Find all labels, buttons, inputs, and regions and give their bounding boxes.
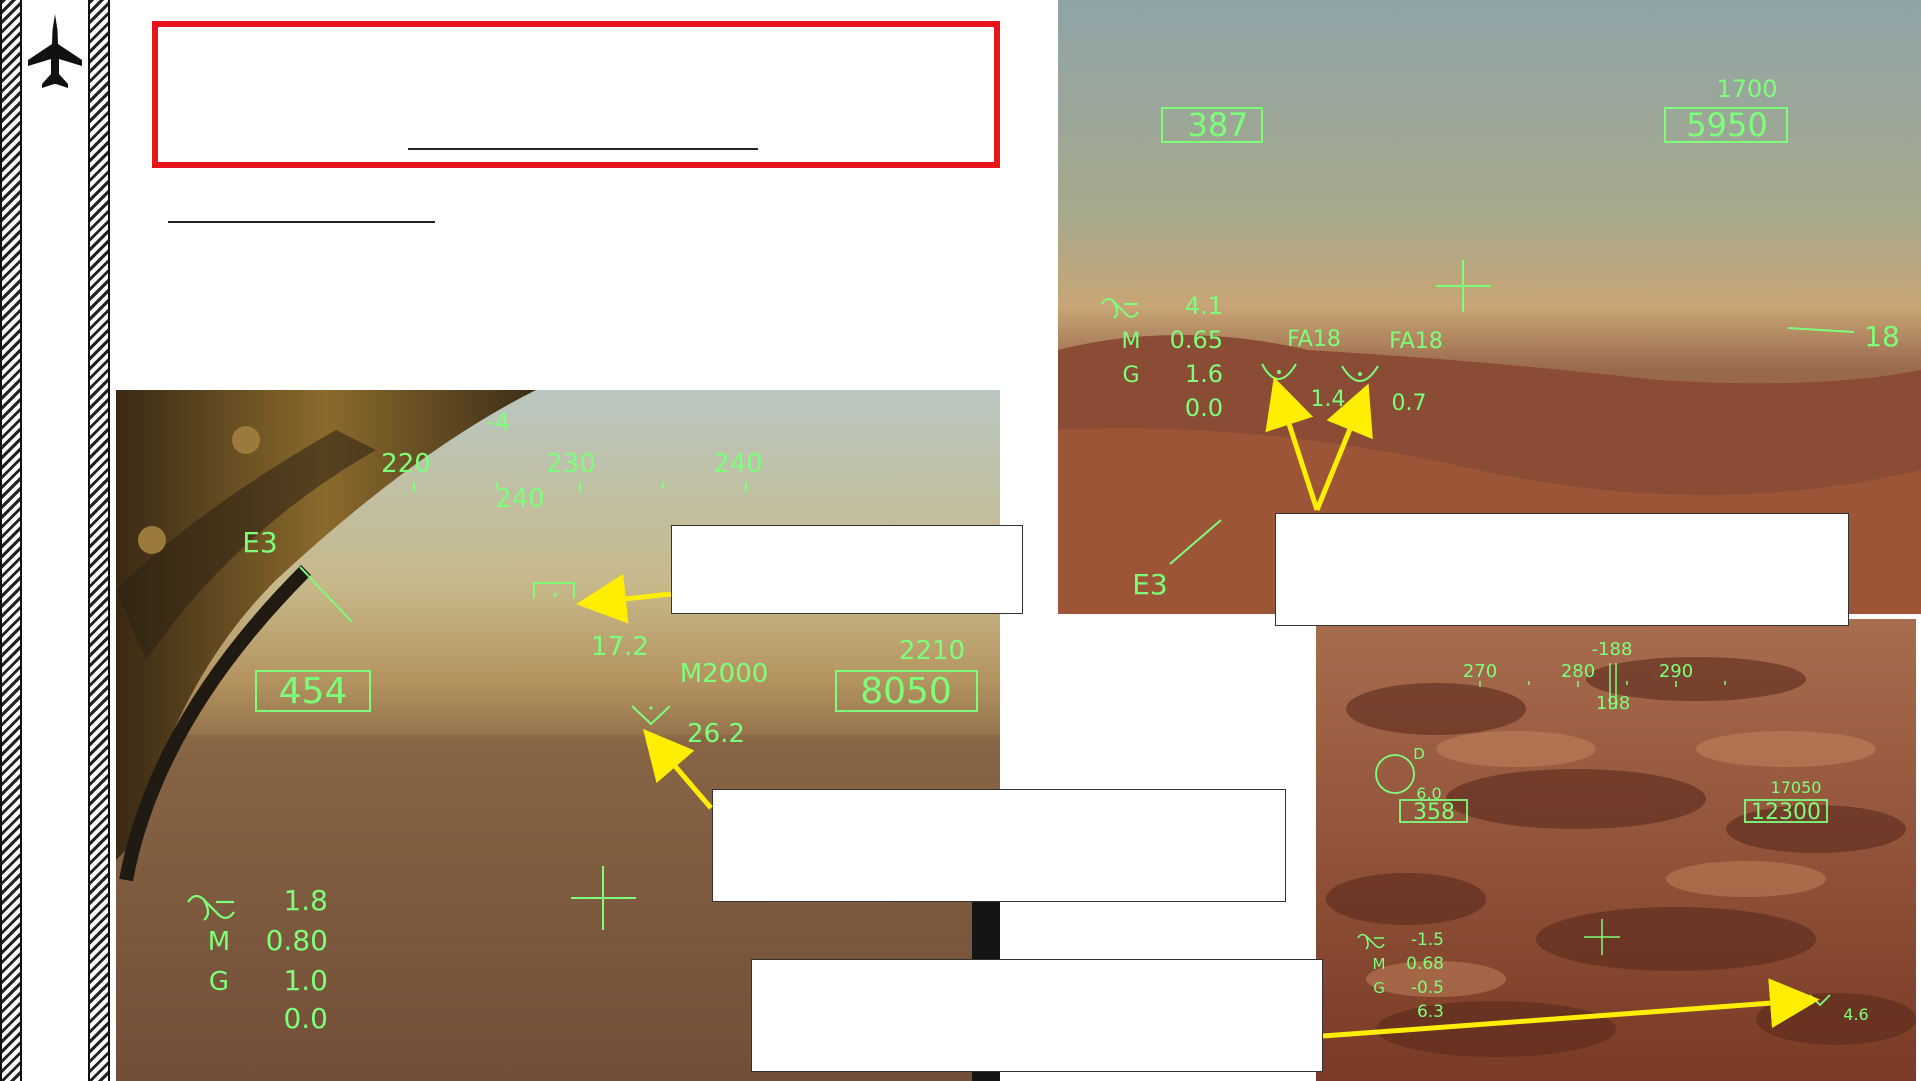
heading-above-value: -4 <box>486 408 510 436</box>
heading-value: 240 <box>495 484 545 514</box>
title-box <box>152 21 1000 168</box>
airspeed-value: 358 <box>1413 800 1455 825</box>
mach-label: M <box>208 927 230 957</box>
sidebar-hatch-right <box>88 0 110 1081</box>
alpha-value: 1.8 <box>283 884 328 917</box>
g-value: 1.6 <box>1185 360 1223 388</box>
extra-value: 6.3 <box>1417 1002 1444 1022</box>
mach-value: 0.65 <box>1170 326 1223 354</box>
g-label: G <box>1373 979 1385 997</box>
mach-label: M <box>1373 955 1386 973</box>
mach-value: 0.80 <box>266 924 328 957</box>
target-name: M2000 <box>680 659 769 689</box>
heading-tape-label: 230 <box>546 449 596 479</box>
airspeed-value: 454 <box>279 671 348 712</box>
heading-tape-label: 220 <box>381 449 431 479</box>
alpha-value: 4.1 <box>1185 292 1223 320</box>
heading-tape-label: 290 <box>1659 661 1693 682</box>
target-label-e3: E3 <box>1132 568 1168 601</box>
hud-screenshot-bottom-right: -188 270 280 290 198 D 6.0 358 17050 123… <box>1316 619 1916 1081</box>
fighter-jet-icon <box>28 14 82 88</box>
heading-tape-label: 270 <box>1463 661 1497 682</box>
heading-tape-label: 240 <box>713 449 763 479</box>
title-underline <box>408 148 758 150</box>
subtitle-underline <box>168 221 435 223</box>
altitude-value: 8050 <box>860 671 952 712</box>
altitude-label: 2210 <box>899 636 965 666</box>
mach-value: 0.68 <box>1406 954 1444 974</box>
heading-tape-label: 280 <box>1561 661 1595 682</box>
g-value: 1.0 <box>283 964 328 997</box>
sidebar <box>0 0 115 1081</box>
designator-label: D <box>1413 745 1425 763</box>
g-value: -0.5 <box>1411 978 1444 998</box>
target2-name: FA18 <box>1389 329 1443 354</box>
range-value: 17.2 <box>591 632 649 662</box>
callout-box-bottom-right <box>751 959 1323 1072</box>
target-range: 26.2 <box>687 719 745 749</box>
altitude-label: 17050 <box>1771 778 1822 797</box>
callout-box-target-markers <box>1275 513 1849 626</box>
mach-label: M <box>1122 329 1141 354</box>
altitude-value: 5950 <box>1686 106 1767 144</box>
heading-value: 198 <box>1596 693 1630 714</box>
callout-box-target-designator <box>671 525 1023 614</box>
altitude-label: 1700 <box>1716 75 1777 103</box>
pitch-ladder-value: 18 <box>1864 320 1900 353</box>
target1-range: 1.4 <box>1311 387 1346 412</box>
alpha-value: -1.5 <box>1411 930 1444 950</box>
extra-value: 0.0 <box>1185 394 1223 422</box>
target1-name: FA18 <box>1287 327 1341 352</box>
callout-box-target-range <box>712 789 1286 902</box>
target-range: 4.6 <box>1843 1005 1868 1024</box>
sidebar-hatch-left <box>0 0 22 1081</box>
g-label: G <box>209 967 229 997</box>
target-label-e3: E3 <box>242 526 278 559</box>
altitude-value: 12300 <box>1751 800 1821 825</box>
airspeed-value: 387 <box>1187 106 1248 144</box>
target2-range: 0.7 <box>1392 391 1427 416</box>
extra-value: 0.0 <box>283 1002 328 1035</box>
heading-above-value: -188 <box>1592 639 1633 660</box>
g-label: G <box>1122 363 1139 388</box>
